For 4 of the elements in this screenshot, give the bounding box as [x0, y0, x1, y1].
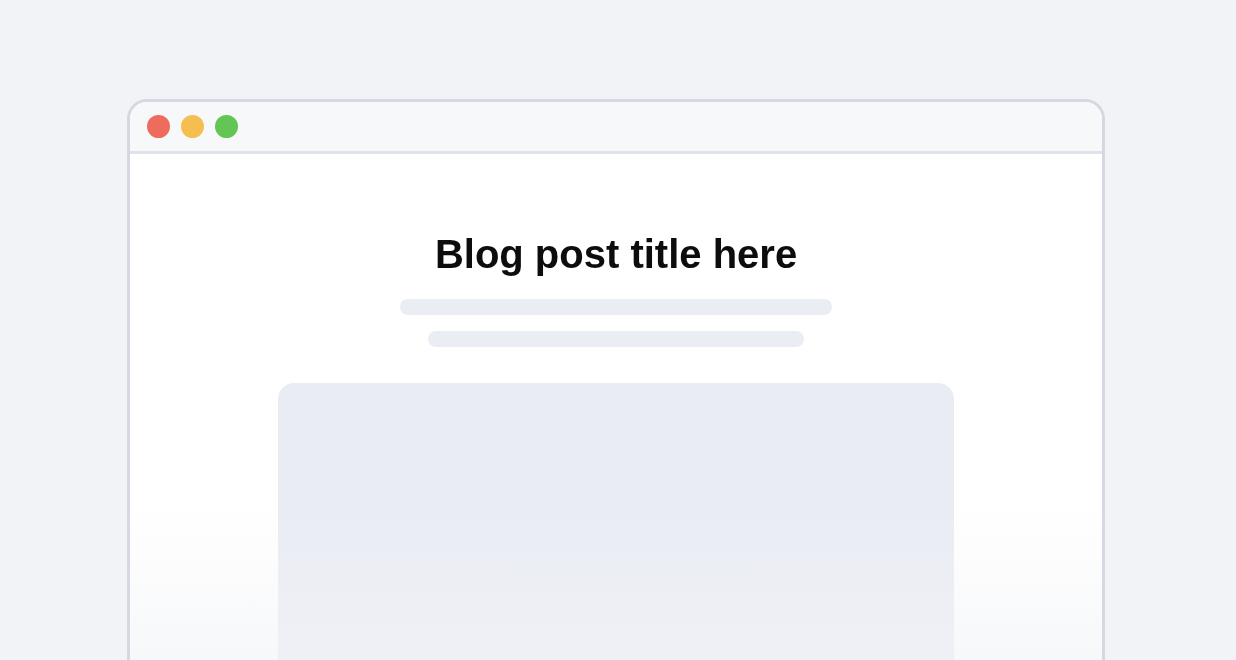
window-control-button[interactable] — [215, 115, 238, 138]
window-control-button[interactable] — [147, 115, 170, 138]
window-control-button[interactable] — [181, 115, 204, 138]
post-title: Blog post title here — [434, 231, 798, 278]
